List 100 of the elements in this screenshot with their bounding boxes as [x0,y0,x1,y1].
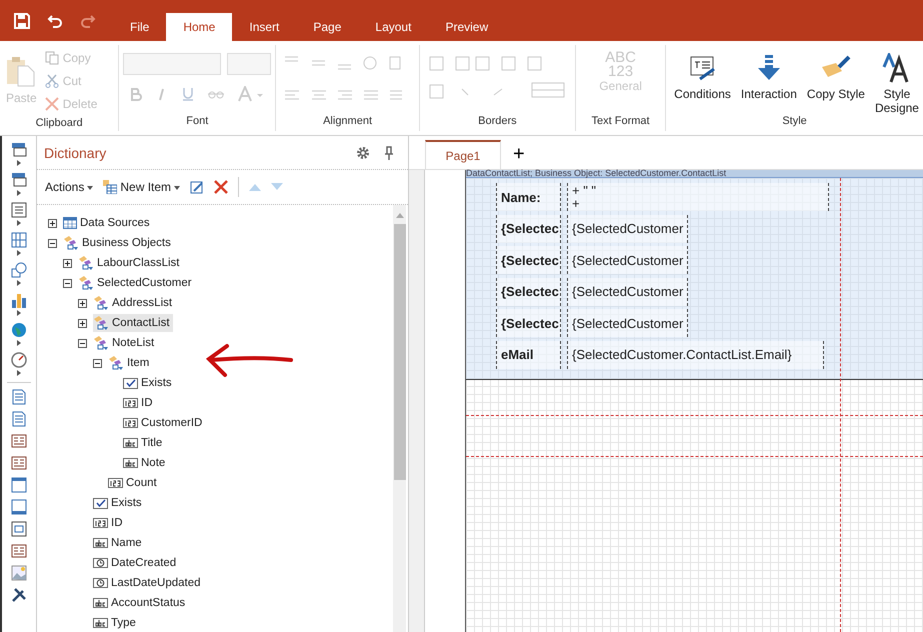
pin-icon[interactable] [384,146,394,160]
tree-item[interactable]: AddressList [93,294,176,312]
save-icon[interactable] [14,12,30,28]
gauge-icon[interactable] [11,352,27,368]
band-icon[interactable] [11,172,27,188]
tree-item[interactable]: NoteList [93,334,158,352]
textbox-icon[interactable] [11,455,27,471]
checkbox-icon [93,498,108,508]
text-component[interactable]: {Selectec [496,309,561,337]
table-icon[interactable] [11,202,27,218]
tree-item[interactable]: LastDateUpdated [93,576,204,590]
tree-item[interactable]: AccountStatus [93,596,188,610]
tree-item[interactable]: ID [123,396,156,410]
tree-item[interactable]: Exists [123,376,175,390]
tree-item[interactable]: Count [108,476,160,490]
text-component[interactable]: Name: [496,183,561,211]
chart-icon[interactable] [11,292,27,308]
group-label: Borders [477,115,518,129]
ribbon-tab[interactable]: Layout [358,13,428,41]
text-component[interactable]: {SelectedCustomer [567,309,688,337]
expander-icon[interactable] [63,278,72,288]
expand-arrow-icon[interactable] [16,370,22,376]
expander-icon[interactable] [78,298,87,308]
cross-icon[interactable] [11,232,27,248]
actions-menu-button[interactable]: Actions [45,180,94,194]
style-button[interactable]: Conditions [670,45,735,115]
data-band[interactable]: Name: + " " + {Selectec {SelectedCustomer {Selectec {SelectedCustomer {Selectec {SelectedCustomer {Selectec {SelectedCustomer eMail {SelectedCustomer.ContactList.Email} [466,178,923,380]
expand-arrow-icon[interactable] [16,310,22,316]
expander-icon[interactable] [78,338,87,348]
ribbon-tab[interactable]: Page [296,13,358,41]
style-button[interactable]: Copy Style [802,45,869,115]
tree-item[interactable]: Exists [93,496,145,510]
tree-item[interactable]: Note [123,456,168,470]
tree-item[interactable]: Data Sources [63,215,153,231]
tree-item[interactable]: ID [93,516,126,530]
expand-arrow-icon[interactable] [16,160,22,166]
expand-arrow-icon[interactable] [16,340,22,346]
font-color-icon[interactable] [237,86,266,102]
win-icon[interactable] [11,477,27,493]
table-icon [63,216,77,230]
text-component[interactable]: {SelectedCustomer [567,278,688,306]
text-component[interactable]: {Selectec [496,246,561,274]
text-type-icon [93,538,108,548]
expander-icon[interactable] [48,218,57,228]
expand-arrow-icon[interactable] [16,250,22,256]
copy-icon [44,51,59,65]
settings-icon[interactable] [356,146,370,160]
cubes-icon [93,315,109,331]
text-component[interactable]: {Selectec [496,214,561,242]
shapes-icon[interactable] [11,262,27,278]
number-type-icon [93,518,108,528]
undo-icon[interactable] [47,12,63,28]
band-header[interactable]: DataContactList; Business Object: SelectedCustomer.ContactList [466,170,923,178]
text-component[interactable]: + " " + [567,183,829,211]
textbox-icon[interactable] [11,433,27,449]
new-item-button[interactable]: New Item [103,180,180,194]
style-button[interactable]: Style Designe [870,45,923,115]
panel-icon[interactable] [11,521,27,537]
tree-item[interactable]: Business Objects [63,234,174,252]
number-type-icon [123,398,138,408]
globe-icon[interactable] [11,322,27,338]
delete-icon[interactable] [214,180,228,194]
text-component[interactable]: {SelectedCustomer.ContactList.Email} [567,340,824,368]
page-tab[interactable]: Page1 [425,140,501,169]
text-component[interactable]: {Selectec [496,278,561,306]
ribbon-tab[interactable]: Preview [428,13,506,41]
group-label: Clipboard [34,117,84,129]
expander-icon[interactable] [78,318,87,328]
textbox-icon[interactable] [11,543,27,559]
tree-item[interactable]: Item [108,354,152,372]
ribbon-tab[interactable]: Home [166,13,232,41]
scrollbar[interactable] [393,205,406,632]
ribbon-tab[interactable]: Insert [232,13,296,41]
tree-item[interactable]: Type [93,616,139,630]
text-icon[interactable] [11,411,27,427]
text-component[interactable]: {SelectedCustomer [567,246,688,274]
tree-item[interactable]: DateCreated [93,556,180,570]
image-icon[interactable] [11,565,27,581]
edit-icon[interactable] [190,180,204,194]
tree-item[interactable]: LabourClassList [78,254,182,272]
expander-icon[interactable] [48,238,57,248]
clock-icon [93,558,108,568]
expand-arrow-icon[interactable] [16,280,22,286]
expand-arrow-icon[interactable] [16,220,22,226]
expander-icon[interactable] [93,358,102,368]
ribbon-tab[interactable]: File [113,13,166,41]
text-component[interactable]: eMail [496,340,561,368]
group-label: Font [185,115,210,129]
expand-arrow-icon[interactable] [16,190,22,196]
expander-icon[interactable] [63,258,72,268]
add-page-button[interactable]: + [501,140,537,169]
tree-item[interactable]: Title [123,436,166,450]
tree-item[interactable]: ContactList [93,314,173,332]
band-icon[interactable] [11,142,27,158]
style-button[interactable]: Interaction [736,45,801,115]
tree-item[interactable]: Name [93,536,145,550]
tree-item[interactable]: SelectedCustomer [78,274,195,292]
text-component[interactable]: {SelectedCustomer [567,214,688,242]
tree-item[interactable]: CustomerID [123,416,206,430]
text-icon[interactable] [11,389,27,405]
